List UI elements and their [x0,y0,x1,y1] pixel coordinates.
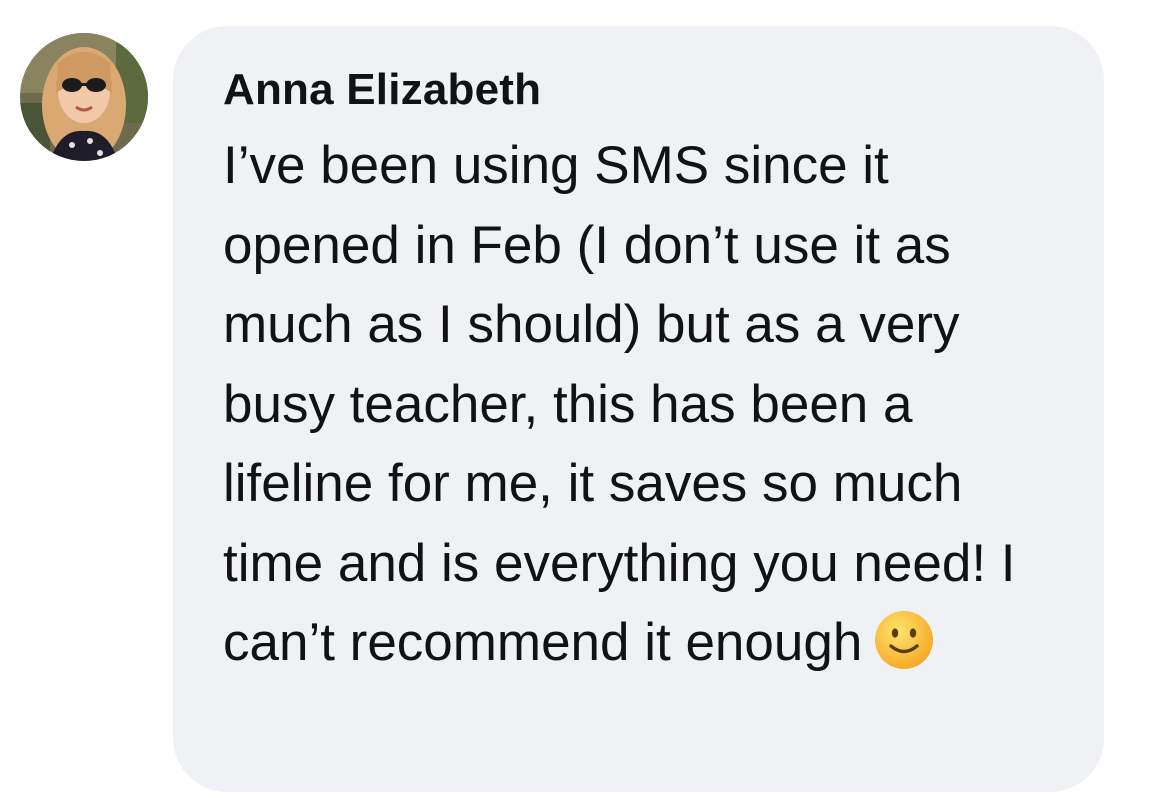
comment-bubble: Anna Elizabeth I’ve been using SMS since… [173,26,1104,792]
profile-photo [20,33,148,161]
comment-text: I’ve been using SMS since it opened in F… [223,136,1016,672]
comment-body: I’ve been using SMS since it opened in F… [223,126,1063,693]
comment: Anna Elizabeth I’ve been using SMS since… [0,0,1164,806]
slightly-smiling-face-emoji-icon [874,610,934,693]
avatar[interactable] [20,33,148,161]
author-name[interactable]: Anna Elizabeth [223,64,1064,116]
